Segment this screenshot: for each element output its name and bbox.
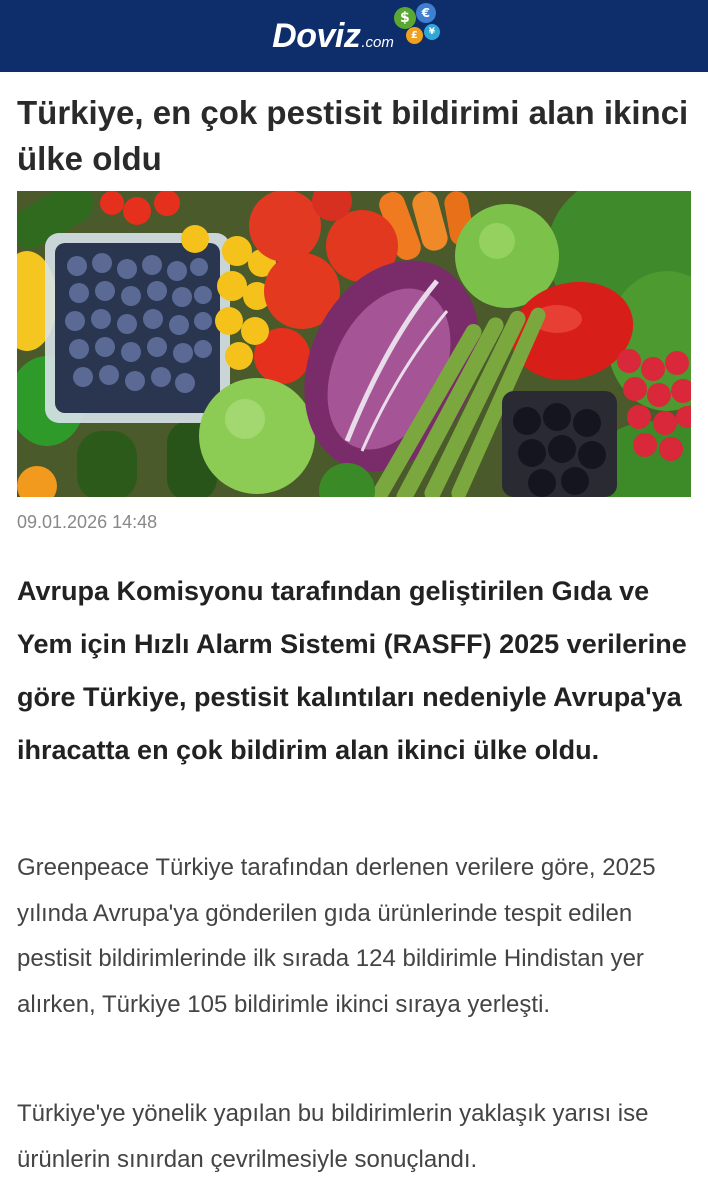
article-title: Türkiye, en çok pestisit bildirimi alan …: [17, 94, 689, 177]
top-bar: Doviz .com $ € £ ¥: [0, 0, 708, 72]
article-paragraph: Greenpeace Türkiye tarafından derlenen v…: [17, 854, 656, 1018]
article-lead: Avrupa Komisyonu tarafından geliştirilen…: [17, 576, 687, 765]
logo-text: Doviz: [272, 17, 361, 55]
article-hero-image: [17, 191, 691, 497]
dollar-coin-icon: $: [393, 7, 416, 29]
site-logo[interactable]: Doviz .com $ € £ ¥: [272, 3, 444, 55]
article-date: 09.01.2026 14:48: [17, 512, 158, 532]
yen-coin-icon: ¥: [423, 24, 440, 40]
pound-coin-icon: £: [405, 27, 423, 44]
euro-coin-icon: €: [415, 3, 436, 23]
currency-coins-icon: $ € £ ¥: [380, 3, 444, 53]
article-paragraph: Türkiye'ye yönelik yapılan bu bildirimle…: [17, 1100, 649, 1173]
